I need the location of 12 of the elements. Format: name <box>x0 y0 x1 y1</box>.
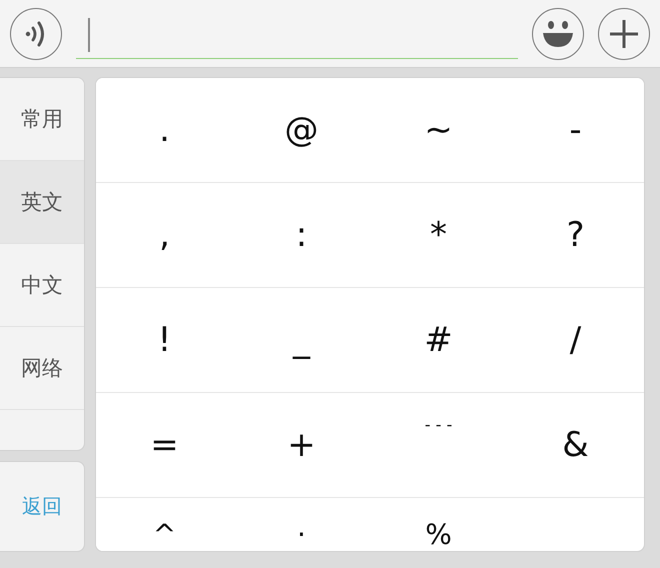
smiley-icon <box>541 20 575 48</box>
category-tab[interactable]: 常用 <box>0 78 84 161</box>
symbol-key[interactable]: - <box>507 78 644 183</box>
symbol-key[interactable]: . <box>96 78 233 183</box>
voice-button[interactable] <box>10 8 62 60</box>
message-input-field[interactable] <box>76 20 518 59</box>
emoji-button[interactable] <box>532 8 584 60</box>
sound-wave-icon <box>25 20 47 46</box>
text-cursor <box>88 18 90 52</box>
add-button[interactable] <box>598 8 650 60</box>
plus-icon <box>609 18 639 48</box>
category-tab[interactable]: 英文 <box>0 161 84 244</box>
